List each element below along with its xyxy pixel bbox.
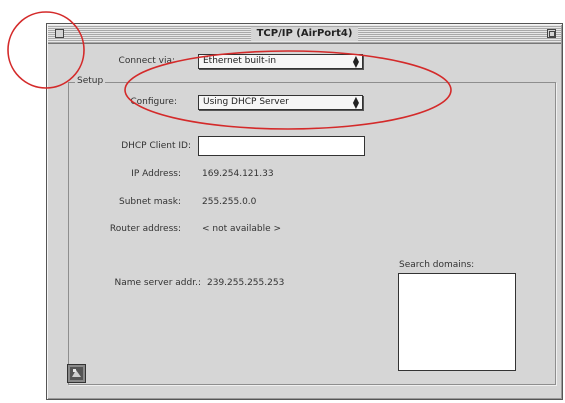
- popup-arrows-icon: ▲ ▼: [352, 95, 359, 110]
- ip-address-value: 169.254.121.33: [202, 169, 274, 179]
- setup-group-label: Setup: [75, 76, 106, 86]
- name-server-label: Name server addr.:: [114, 278, 201, 288]
- configure-value: Using DHCP Server: [203, 97, 289, 107]
- close-box-icon[interactable]: [55, 29, 64, 38]
- subnet-mask-value: 255.255.0.0: [202, 197, 257, 207]
- ip-address-label: IP Address:: [131, 169, 181, 179]
- search-domains-label: Search domains:: [399, 260, 475, 270]
- connect-via-value: Ethernet built-in: [203, 56, 277, 66]
- name-server-value: 239.255.255.253: [207, 278, 285, 288]
- popup-arrows-icon: ▲ ▼: [352, 54, 359, 69]
- title-bar[interactable]: TCP/IP (AirPort4): [48, 25, 561, 44]
- zoom-box-icon[interactable]: [547, 29, 556, 38]
- connect-via-label: Connect via:: [118, 56, 175, 66]
- dhcp-client-id-label: DHCP Client ID:: [121, 141, 191, 151]
- info-button[interactable]: [67, 364, 86, 383]
- router-address-label: Router address:: [109, 224, 181, 234]
- configure-popup[interactable]: Using DHCP Server ▲ ▼: [198, 95, 363, 110]
- window-title: TCP/IP (AirPort4): [250, 27, 359, 41]
- tcpip-window: TCP/IP (AirPort4) Connect via: Ethernet …: [46, 23, 563, 400]
- document-info-icon: [70, 367, 83, 380]
- dhcp-client-id-field[interactable]: [198, 136, 365, 156]
- subnet-mask-label: Subnet mask:: [119, 197, 181, 207]
- search-domains-field[interactable]: [398, 273, 516, 371]
- router-address-value: < not available >: [202, 224, 282, 234]
- configure-label: Configure:: [130, 97, 177, 107]
- connect-via-popup[interactable]: Ethernet built-in ▲ ▼: [198, 54, 363, 69]
